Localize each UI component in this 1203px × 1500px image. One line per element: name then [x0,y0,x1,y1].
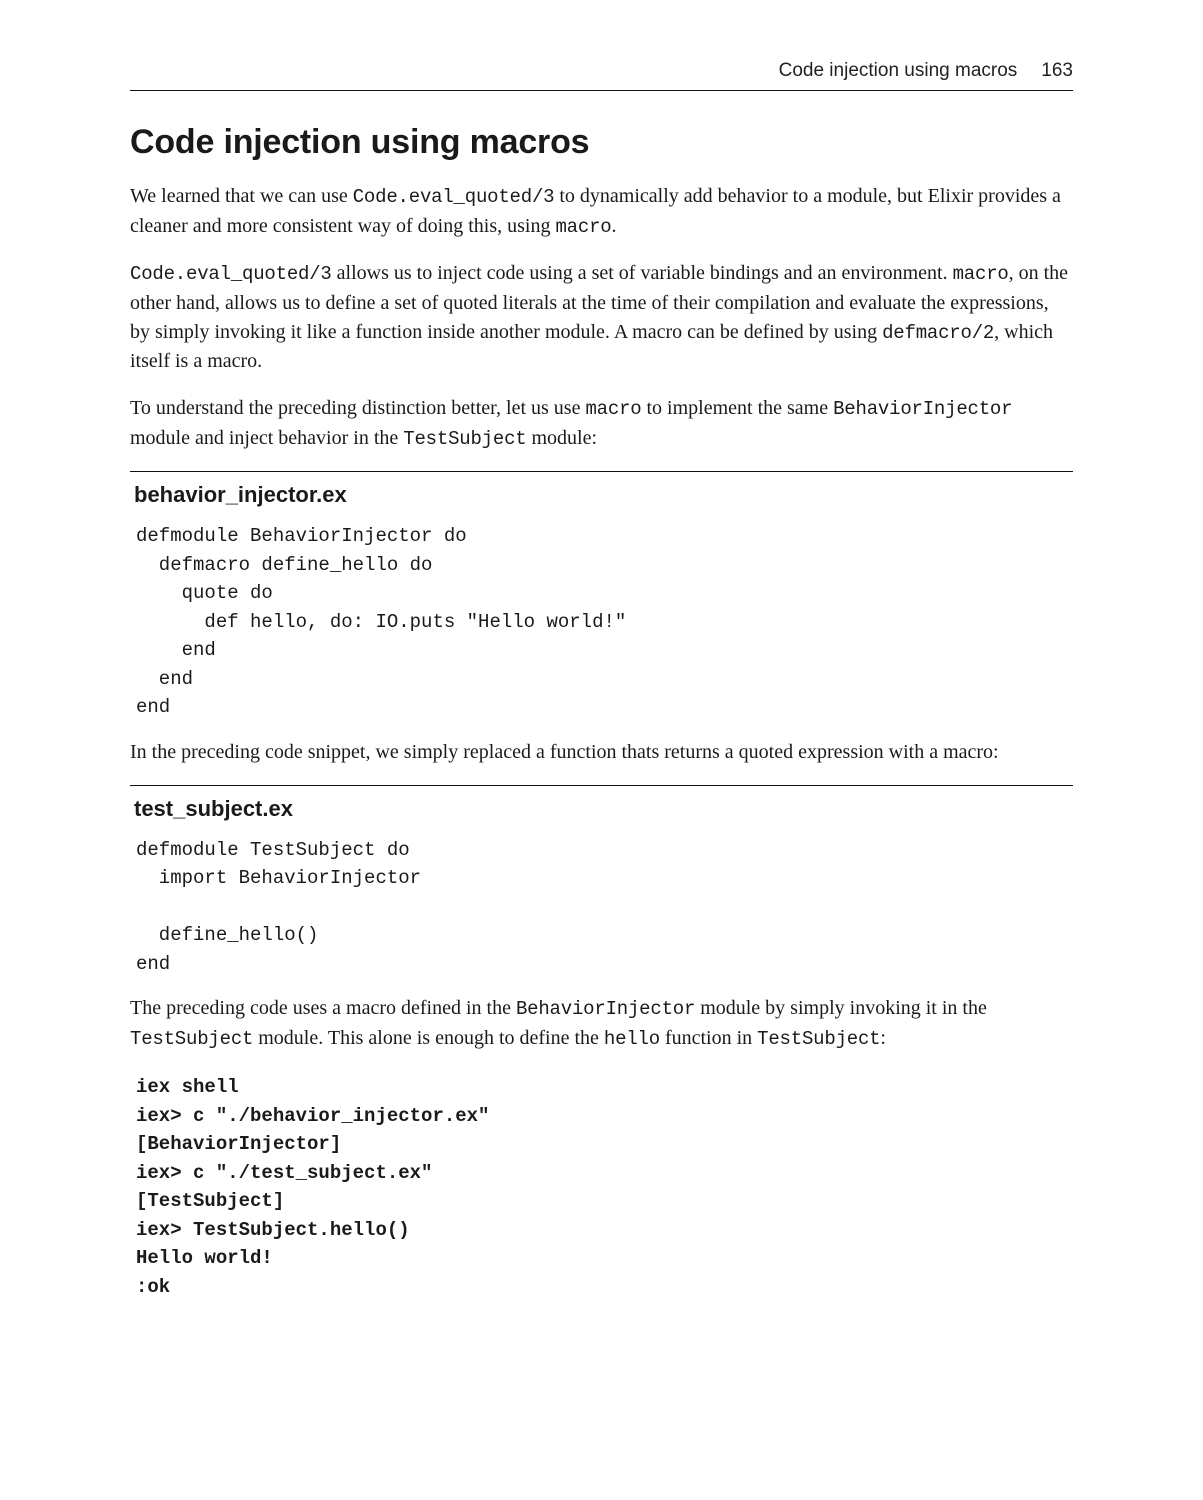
code-block-3: iex shell iex> c "./behavior_injector.ex… [130,1071,1073,1303]
code-block-1: defmodule BehaviorInjector do defmacro d… [130,520,1073,724]
header-rule [130,90,1073,91]
text-span: allows us to inject code using a set of … [332,262,953,284]
code-inline: macro [555,216,611,238]
code-inline: Code.eval_quoted/3 [353,186,555,208]
code-inline: defmacro/2 [882,322,994,344]
code-block-2: defmodule TestSubject do import Behavior… [130,834,1073,981]
code-inline: macro [585,398,641,420]
running-title: Code injection using macros [779,60,1018,82]
text-span: module: [527,427,598,449]
paragraph-4: In the preceding code snippet, we simply… [130,738,1073,767]
code-inline: BehaviorInjector [516,998,695,1020]
code-filename: behavior_injector.ex [134,482,1073,508]
paragraph-3: To understand the preceding distinction … [130,394,1073,453]
text-span: . [611,215,616,237]
paragraph-2: Code.eval_quoted/3 allows us to inject c… [130,259,1073,376]
page: Code injection using macros 163 Code inj… [0,0,1203,1397]
text-span: function in [660,1027,757,1049]
code-inline: hello [604,1028,660,1050]
running-header: Code injection using macros 163 [130,60,1073,82]
text-span: To understand the preceding distinction … [130,397,585,419]
code-inline: TestSubject [757,1028,880,1050]
section-heading: Code injection using macros [130,123,1073,162]
text-span: We learned that we can use [130,185,353,207]
code-inline: BehaviorInjector [833,398,1012,420]
page-number: 163 [1041,60,1073,82]
text-span: to implement the same [641,397,833,419]
text-span: module by simply invoking it in the [695,997,987,1019]
code-rule [130,471,1073,472]
code-rule [130,785,1073,786]
code-inline: TestSubject [130,1028,253,1050]
code-inline: macro [953,263,1009,285]
code-inline: TestSubject [403,428,526,450]
paragraph-5: The preceding code uses a macro defined … [130,994,1073,1053]
text-span: module and inject behavior in the [130,427,403,449]
text-span: The preceding code uses a macro defined … [130,997,516,1019]
paragraph-1: We learned that we can use Code.eval_quo… [130,182,1073,241]
text-span: : [880,1027,886,1049]
code-inline: Code.eval_quoted/3 [130,263,332,285]
text-span: module. This alone is enough to define t… [253,1027,604,1049]
code-filename: test_subject.ex [134,796,1073,822]
